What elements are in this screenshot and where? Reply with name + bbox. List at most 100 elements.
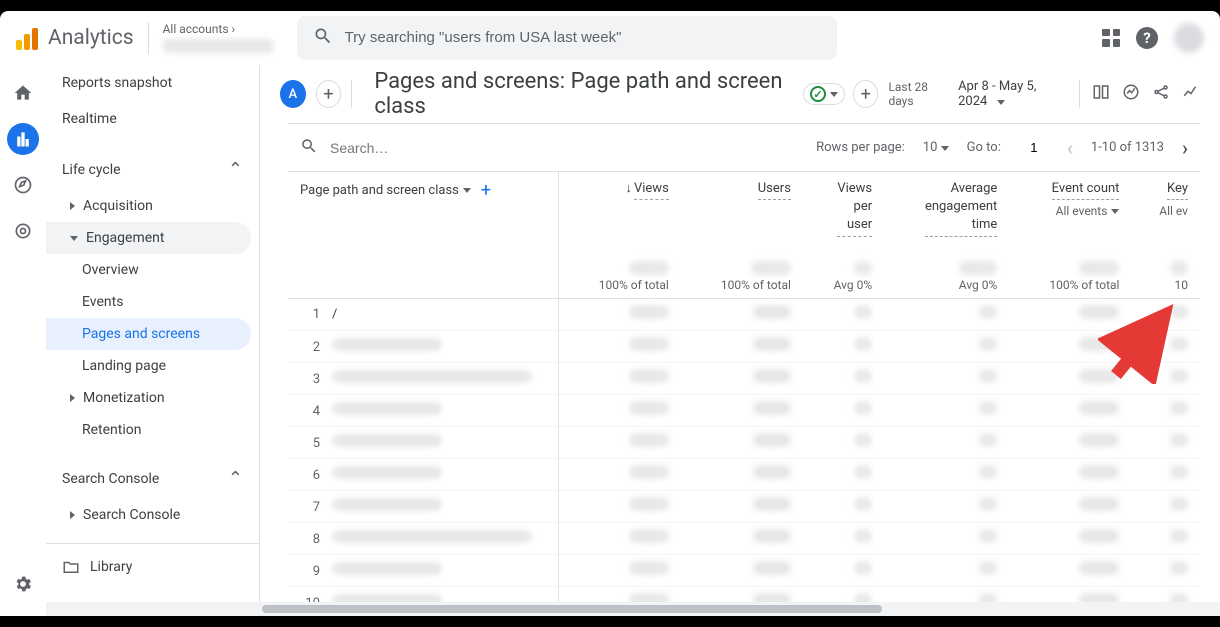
add-segment-button[interactable]: + [316,80,342,108]
table-row[interactable]: 1/ [288,298,1200,330]
add-dimension-button[interactable]: + [481,180,491,201]
redacted-value [629,497,669,511]
prev-page-button[interactable]: ‹ [1067,136,1073,160]
redacted-value [1170,401,1188,415]
sidebar-engagement[interactable]: Engagement [46,222,251,254]
caret-down-icon [997,100,1005,105]
sidebar-retention[interactable]: Retention [46,414,251,446]
rail-admin[interactable] [7,568,39,600]
table-search-input[interactable] [330,140,511,156]
report-toolbar: A + Pages and screens: Page path and scr… [260,65,1220,123]
table-row[interactable]: 5 [288,426,1200,458]
sidebar-landing-page[interactable]: Landing page [46,350,251,382]
data-table: Page path and screen class + ↓Views User… [288,172,1200,616]
dimension-selector[interactable]: Page path and screen class [300,183,471,198]
redacted-path [332,466,442,479]
next-page-button[interactable]: › [1182,136,1188,160]
sidebar-acquisition[interactable]: Acquisition [46,190,251,222]
event-filter-select[interactable]: All events [1056,204,1120,218]
segment-chip-all[interactable]: A [280,80,306,108]
main-content: A + Pages and screens: Page path and scr… [260,65,1220,616]
sidebar-overview[interactable]: Overview [46,254,251,286]
redacted-value [1079,305,1119,319]
table-row[interactable]: 3 [288,362,1200,394]
sidebar-search-console-section[interactable]: Search Console ⌃ [46,458,259,499]
nav-rail [0,65,46,616]
redacted-value [1170,529,1188,543]
col-avg-engagement[interactable]: Averageengagementtime [884,172,1009,243]
customize-report-button[interactable]: + [853,80,879,108]
redacted-value [751,261,791,275]
apps-icon[interactable] [1102,29,1120,47]
sidebar-monetization[interactable]: Monetization [46,382,251,414]
col-event-count[interactable]: Event countAll events [1009,172,1131,243]
redacted-value [753,433,791,447]
account-label: All accounts › [163,22,273,38]
redacted-value [854,529,872,543]
redacted-value [1170,305,1188,319]
redacted-value [979,369,997,383]
insights-icon[interactable] [1122,83,1140,105]
trend-icon[interactable] [1182,83,1200,105]
redacted-value [629,465,669,479]
redacted-value [1079,433,1119,447]
redacted-value [1079,465,1119,479]
caret-right-icon [70,394,75,402]
goto-input[interactable] [1019,140,1049,155]
analytics-logo-icon [16,26,40,50]
redacted-path [332,402,442,415]
row-number: 1 [300,307,320,322]
sidebar-life-cycle[interactable]: Life cycle ⌃ [46,149,259,190]
folder-icon [62,558,80,576]
search-input[interactable] [345,29,821,46]
compare-icon[interactable] [1092,83,1110,105]
redacted-value [979,337,997,351]
redacted-path [332,370,532,383]
redacted-value [1170,261,1188,275]
redacted-value [629,561,669,575]
rows-per-page-select[interactable]: 10 [923,140,949,155]
account-selector[interactable]: All accounts › [163,22,273,54]
redacted-path [332,530,532,543]
search-bar[interactable] [297,16,837,60]
avatar[interactable] [1174,23,1204,53]
sidebar-library[interactable]: Library [46,543,259,590]
help-icon[interactable]: ? [1136,27,1158,49]
rows-per-page-label: Rows per page: [816,140,905,155]
sidebar-pages-and-screens[interactable]: Pages and screens [46,318,251,350]
table-container: Rows per page: 10 Go to: ‹ 1-10 of 1313 … [288,123,1200,616]
rail-reports[interactable] [7,123,39,155]
sidebar-realtime[interactable]: Realtime [46,101,259,137]
table-row[interactable]: 8 [288,522,1200,554]
col-views[interactable]: ↓Views [558,172,681,243]
verified-pill[interactable]: ✓ [803,83,845,105]
redacted-path [332,434,442,447]
horizontal-scrollbar[interactable] [46,602,1220,616]
table-row[interactable]: 2 [288,330,1200,362]
col-users[interactable]: Users [681,172,803,243]
redacted-value [979,529,997,543]
caret-down-icon [463,188,471,193]
check-icon: ✓ [810,86,826,102]
redacted-value [629,369,669,383]
share-icon[interactable] [1152,83,1170,105]
redacted-value [854,305,872,319]
sidebar-events[interactable]: Events [46,286,251,318]
table-row[interactable]: 6 [288,458,1200,490]
row-number: 4 [300,404,320,419]
sidebar-reports-snapshot[interactable]: Reports snapshot [46,65,259,101]
redacted-value [1170,433,1188,447]
rail-advertising[interactable] [7,215,39,247]
col-views-per-user[interactable]: Viewsperuser [803,172,884,243]
table-row[interactable]: 4 [288,394,1200,426]
sidebar-search-console[interactable]: Search Console [46,499,251,531]
redacted-value [753,561,791,575]
rail-home[interactable] [7,77,39,109]
date-range[interactable]: Apr 8 - May 5, 2024 [958,79,1067,109]
rail-explore[interactable] [7,169,39,201]
col-key-events[interactable]: KeyAll ev [1131,172,1200,243]
logo[interactable]: Analytics [16,26,134,50]
table-row[interactable]: 7 [288,490,1200,522]
table-row[interactable]: 9 [288,554,1200,586]
row-number: 6 [300,468,320,483]
